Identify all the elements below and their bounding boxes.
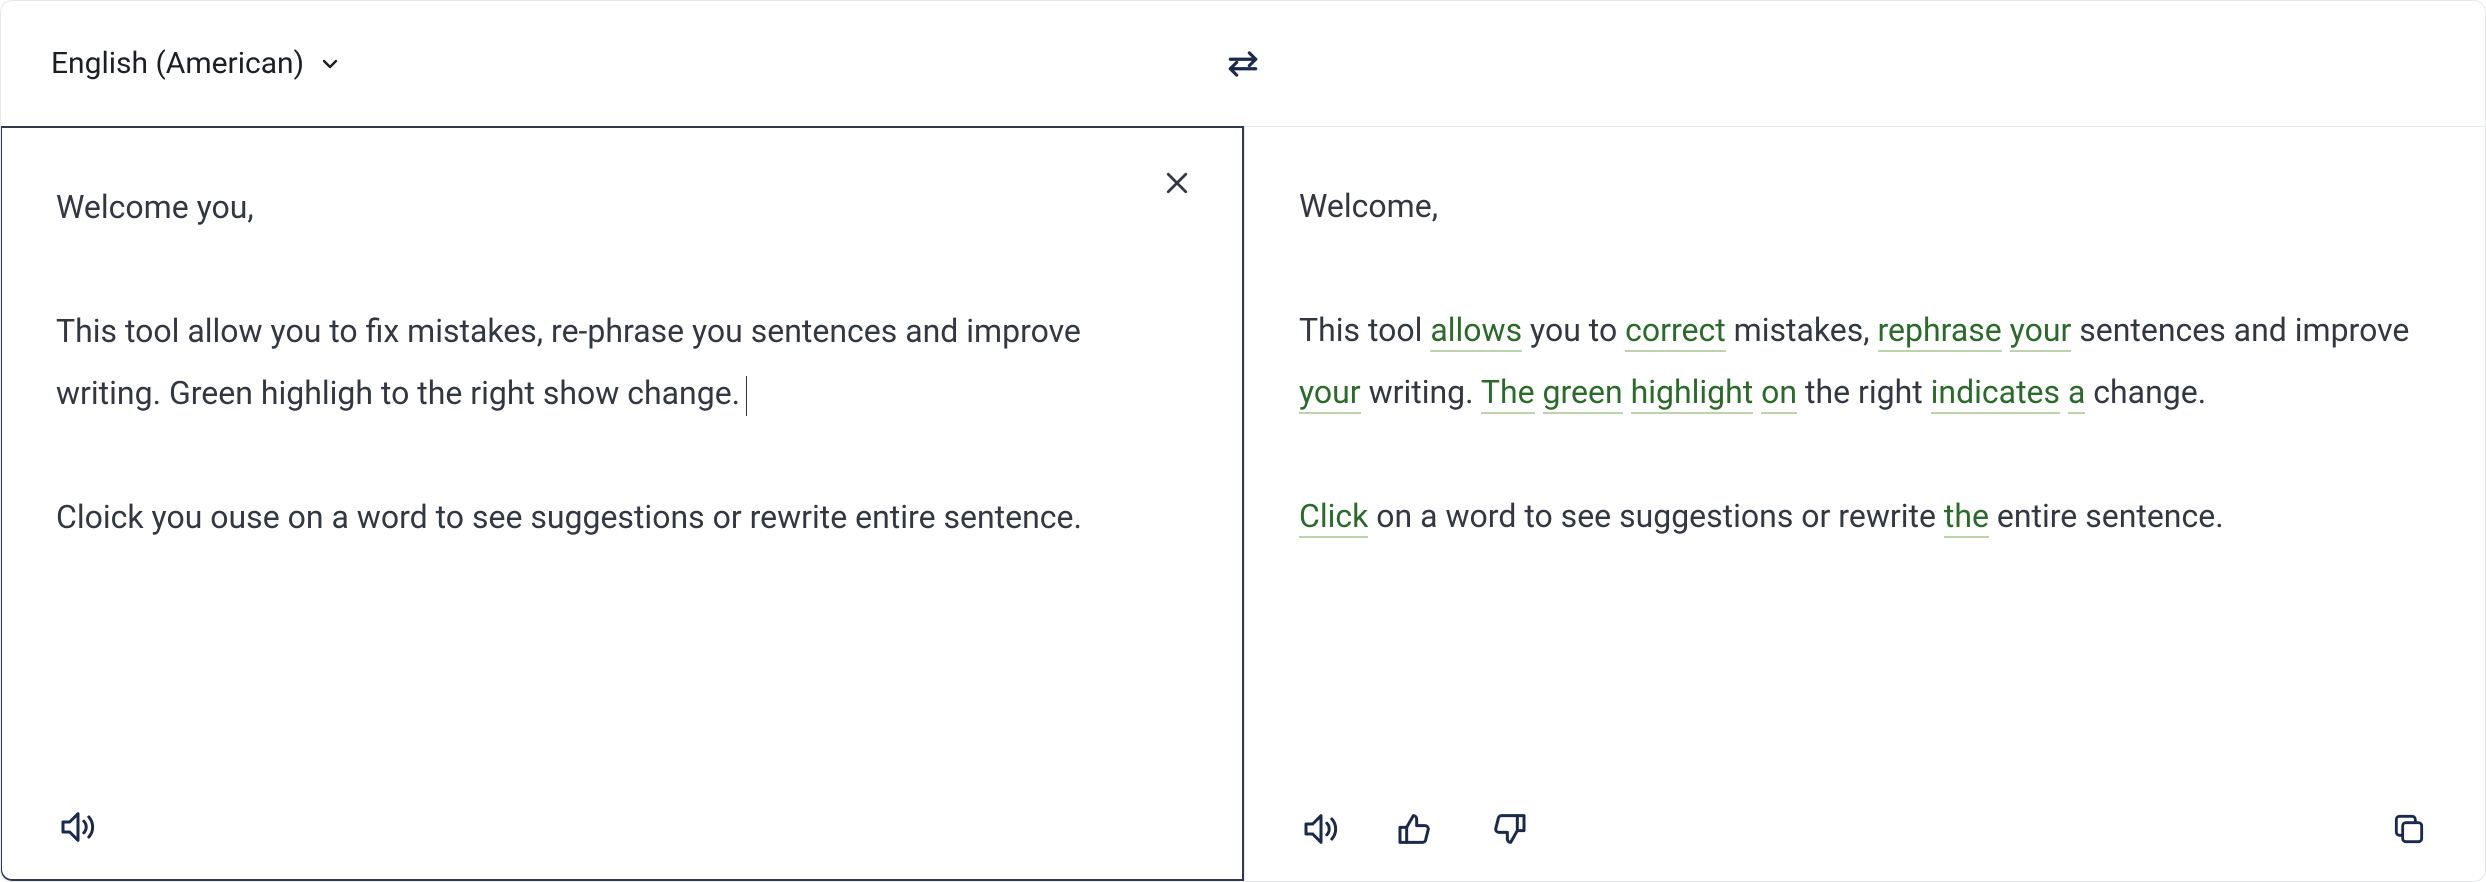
topbar: English (American): [1, 1, 2485, 127]
correction-word[interactable]: a: [2068, 373, 2085, 414]
correction-word[interactable]: on: [1761, 373, 1797, 414]
correction-word[interactable]: your: [1299, 373, 1361, 414]
correction-word[interactable]: the: [1944, 497, 1989, 538]
speaker-icon: [58, 807, 98, 847]
input-text[interactable]: Welcome you, This tool allow you to fix …: [56, 176, 1188, 548]
language-selector[interactable]: English (American): [1, 28, 392, 99]
input-pane[interactable]: Welcome you, This tool allow you to fix …: [0, 126, 1244, 881]
correction-word[interactable]: highlight: [1631, 373, 1754, 414]
input-para-1: Welcome you,: [56, 176, 1188, 238]
clear-input-button[interactable]: [1156, 162, 1198, 204]
correction-word[interactable]: your: [2010, 311, 2072, 352]
thumbs-down-icon: [1489, 809, 1529, 849]
input-para-2: This tool allow you to fix mistakes, re-…: [56, 300, 1188, 424]
swap-languages-button[interactable]: [1221, 42, 1265, 86]
speaker-icon: [1301, 809, 1341, 849]
correction-word[interactable]: green: [1543, 373, 1623, 414]
correction-word[interactable]: indicates: [1931, 373, 2060, 414]
output-para-3: Click on a word to see suggestions or re…: [1299, 485, 2431, 547]
output-para-2: This tool allows you to correct mistakes…: [1299, 299, 2431, 423]
output-pane: Welcome, This tool allows you to correct…: [1244, 127, 2485, 881]
correction-word[interactable]: correct: [1625, 311, 1726, 352]
thumbs-down-button[interactable]: [1487, 807, 1531, 851]
language-selector-label: English (American): [51, 46, 304, 81]
output-para-1: Welcome,: [1299, 175, 2431, 237]
output-footer: [1299, 807, 2431, 851]
panes: Welcome you, This tool allow you to fix …: [1, 127, 2485, 881]
correction-word[interactable]: Click: [1299, 497, 1368, 538]
correction-word[interactable]: rephrase: [1878, 311, 2002, 352]
listen-output-button[interactable]: [1299, 807, 1343, 851]
copy-icon: [2390, 810, 2428, 848]
input-para-3: Cloick you ouse on a word to see suggest…: [56, 486, 1188, 548]
thumbs-up-icon: [1395, 809, 1435, 849]
listen-input-button[interactable]: [56, 805, 100, 849]
correction-word[interactable]: allows: [1430, 311, 1522, 352]
input-footer: [56, 805, 1188, 849]
copy-output-button[interactable]: [2387, 807, 2431, 851]
swap-icon: [1224, 45, 1262, 83]
correction-word[interactable]: The: [1481, 373, 1535, 414]
app-container: English (American) Welcome you,: [0, 0, 2486, 882]
chevron-down-icon: [318, 52, 342, 76]
close-icon: [1162, 168, 1192, 198]
thumbs-up-button[interactable]: [1393, 807, 1437, 851]
text-cursor: [746, 376, 747, 416]
output-text: Welcome, This tool allows you to correct…: [1299, 175, 2431, 547]
